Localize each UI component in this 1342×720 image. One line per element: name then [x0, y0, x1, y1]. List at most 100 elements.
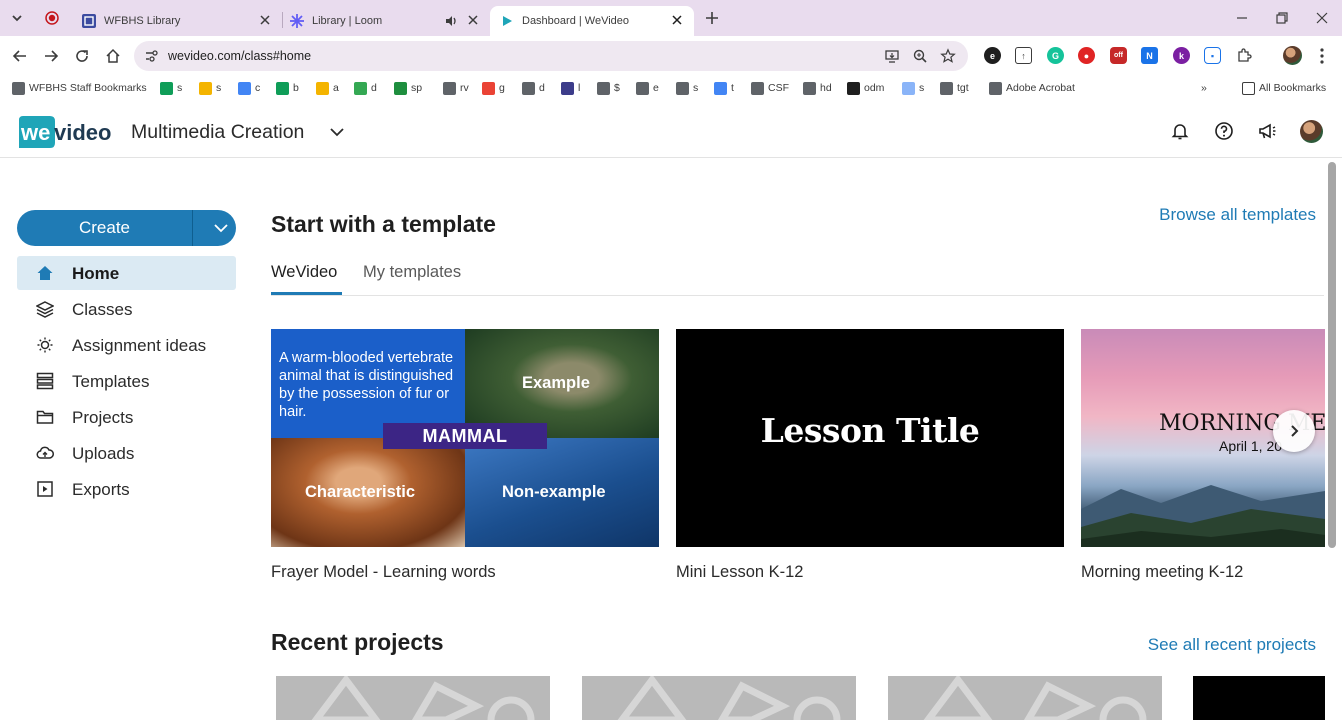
sidebar-item-home[interactable]: Home [17, 256, 236, 290]
help-icon[interactable] [1214, 121, 1234, 141]
bookmark-folder[interactable]: WFBHS Staff Bookmarks [12, 80, 147, 96]
placeholder-shapes-icon [923, 676, 1147, 720]
sidebar-item-projects[interactable]: Projects [17, 400, 236, 434]
reload-icon[interactable] [72, 46, 92, 66]
bookmark-item[interactable]: CSF [751, 80, 789, 96]
bookmark-item[interactable]: odm [847, 80, 884, 96]
profile-avatar[interactable] [1283, 46, 1302, 65]
bookmark-favicon-icon [597, 81, 610, 95]
see-all-recent-projects-link[interactable]: See all recent projects [1148, 635, 1316, 655]
back-arrow-icon[interactable] [10, 46, 30, 66]
announcements-megaphone-icon[interactable] [1257, 121, 1277, 141]
bookmark-item[interactable]: t [714, 80, 734, 96]
bookmark-item[interactable]: b [276, 80, 299, 96]
template-card-frayer-model[interactable]: A warm-blooded vertebrate animal that is… [271, 329, 659, 547]
home-browser-icon[interactable] [103, 46, 123, 66]
template-name[interactable]: Frayer Model - Learning words [271, 563, 496, 582]
tab-wevideo-templates[interactable]: WeVideo [271, 263, 337, 282]
bookmark-item[interactable]: Adobe Acrobat [989, 80, 1075, 96]
zoom-icon[interactable] [912, 48, 928, 64]
bookmark-item[interactable]: s [902, 80, 924, 96]
carousel-next-button[interactable] [1273, 410, 1315, 452]
sidebar-item-exports[interactable]: Exports [17, 472, 236, 506]
sidebar-item-templates[interactable]: Templates [17, 364, 236, 398]
bookmark-item[interactable]: c [238, 80, 260, 96]
extension-n-label: N [1146, 50, 1153, 61]
close-icon[interactable] [258, 13, 272, 27]
adblock-icon[interactable]: ● [1078, 47, 1095, 64]
extension-k-icon[interactable]: k [1173, 47, 1190, 64]
extension-k-label: k [1178, 50, 1184, 61]
frayer-definition-panel: A warm-blooded vertebrate animal that is… [271, 329, 465, 438]
wevideo-logo[interactable]: we video [16, 114, 112, 150]
notifications-bell-icon[interactable] [1170, 121, 1190, 141]
address-bar[interactable]: wevideo.com/class#home [134, 41, 968, 71]
browse-all-templates-link[interactable]: Browse all templates [1159, 205, 1316, 225]
create-button[interactable]: Create [17, 210, 236, 246]
bookmark-item[interactable]: $ [597, 80, 620, 96]
chevron-down-icon[interactable] [213, 220, 229, 236]
grammarly-icon[interactable]: G [1047, 47, 1064, 64]
bookmark-star-icon[interactable] [940, 48, 956, 64]
close-window-icon[interactable] [1312, 8, 1332, 28]
close-icon[interactable] [466, 13, 480, 27]
tab-my-templates[interactable]: My templates [363, 263, 461, 282]
bookmark-label: l [578, 82, 581, 94]
bookmark-item[interactable]: l [561, 80, 580, 96]
bookmark-item[interactable]: e [636, 80, 659, 96]
tab-wfbhs-library[interactable]: WFBHS Library [72, 6, 282, 36]
extension-cast-icon[interactable]: ▪ [1204, 47, 1221, 64]
user-avatar[interactable] [1300, 120, 1323, 143]
new-tab-icon[interactable] [702, 8, 722, 28]
recent-project-thumbnail[interactable] [1193, 676, 1325, 720]
minimize-icon[interactable] [1232, 8, 1252, 28]
recent-project-thumbnail[interactable] [276, 676, 550, 720]
tab-search-button[interactable] [6, 7, 28, 29]
recording-icon[interactable] [45, 11, 59, 25]
bookmark-item[interactable]: tgt [940, 80, 969, 96]
bookmark-item[interactable]: sp [394, 80, 422, 96]
template-card-mini-lesson[interactable]: Lesson Title [676, 329, 1064, 547]
bookmark-item[interactable]: a [316, 80, 339, 96]
extension-n-icon[interactable]: N [1141, 47, 1158, 64]
extensions-puzzle-icon[interactable] [1236, 47, 1253, 64]
all-bookmarks-button[interactable]: All Bookmarks [1242, 80, 1326, 96]
extension-off-icon[interactable]: off [1110, 47, 1127, 64]
bookmark-item[interactable]: g [482, 80, 505, 96]
close-icon[interactable] [670, 13, 684, 27]
bookmark-label: b [293, 82, 299, 94]
wevideo-favicon-icon [503, 16, 512, 26]
forward-arrow-icon[interactable] [41, 46, 61, 66]
bookmark-item[interactable]: s [199, 80, 221, 96]
tab-loom-library[interactable]: Library | Loom [280, 6, 490, 36]
bookmark-item[interactable]: s [160, 80, 182, 96]
extension-upload-icon[interactable]: ↑ [1015, 47, 1032, 64]
tab-wevideo-dashboard[interactable]: Dashboard | WeVideo [490, 6, 694, 36]
chevron-down-icon[interactable] [328, 124, 346, 140]
template-name[interactable]: Mini Lesson K-12 [676, 563, 803, 582]
site-info-icon[interactable] [144, 49, 158, 63]
install-app-icon[interactable] [884, 48, 900, 64]
templates-icon [36, 372, 54, 390]
restore-icon[interactable] [1272, 8, 1292, 28]
frayer-characteristic-label: Characteristic [305, 483, 416, 501]
recent-project-thumbnail[interactable] [582, 676, 856, 720]
url-text[interactable]: wevideo.com/class#home [168, 49, 311, 63]
sidebar-item-classes[interactable]: Classes [17, 292, 236, 326]
extension-circle-icon[interactable]: e [984, 47, 1001, 64]
page-scrollbar[interactable] [1328, 162, 1336, 548]
bookmark-item[interactable]: hd [803, 80, 832, 96]
bookmark-item[interactable]: d [522, 80, 545, 96]
bookmark-item[interactable]: s [676, 80, 698, 96]
template-name[interactable]: Morning meeting K-12 [1081, 563, 1243, 582]
recent-project-thumbnail[interactable] [888, 676, 1162, 720]
workspace-name[interactable]: Multimedia Creation [131, 121, 304, 144]
browser-menu-icon[interactable] [1314, 47, 1330, 65]
sidebar-item-assignment-ideas[interactable]: Assignment ideas [17, 328, 236, 362]
bookmark-item[interactable]: rv [443, 80, 469, 96]
bookmarks-overflow-icon[interactable]: » [1201, 80, 1207, 96]
speaker-icon[interactable] [444, 14, 458, 28]
bookmark-item[interactable]: d [354, 80, 377, 96]
sidebar-item-uploads[interactable]: Uploads [17, 436, 236, 470]
bookmark-favicon-icon [561, 81, 574, 95]
